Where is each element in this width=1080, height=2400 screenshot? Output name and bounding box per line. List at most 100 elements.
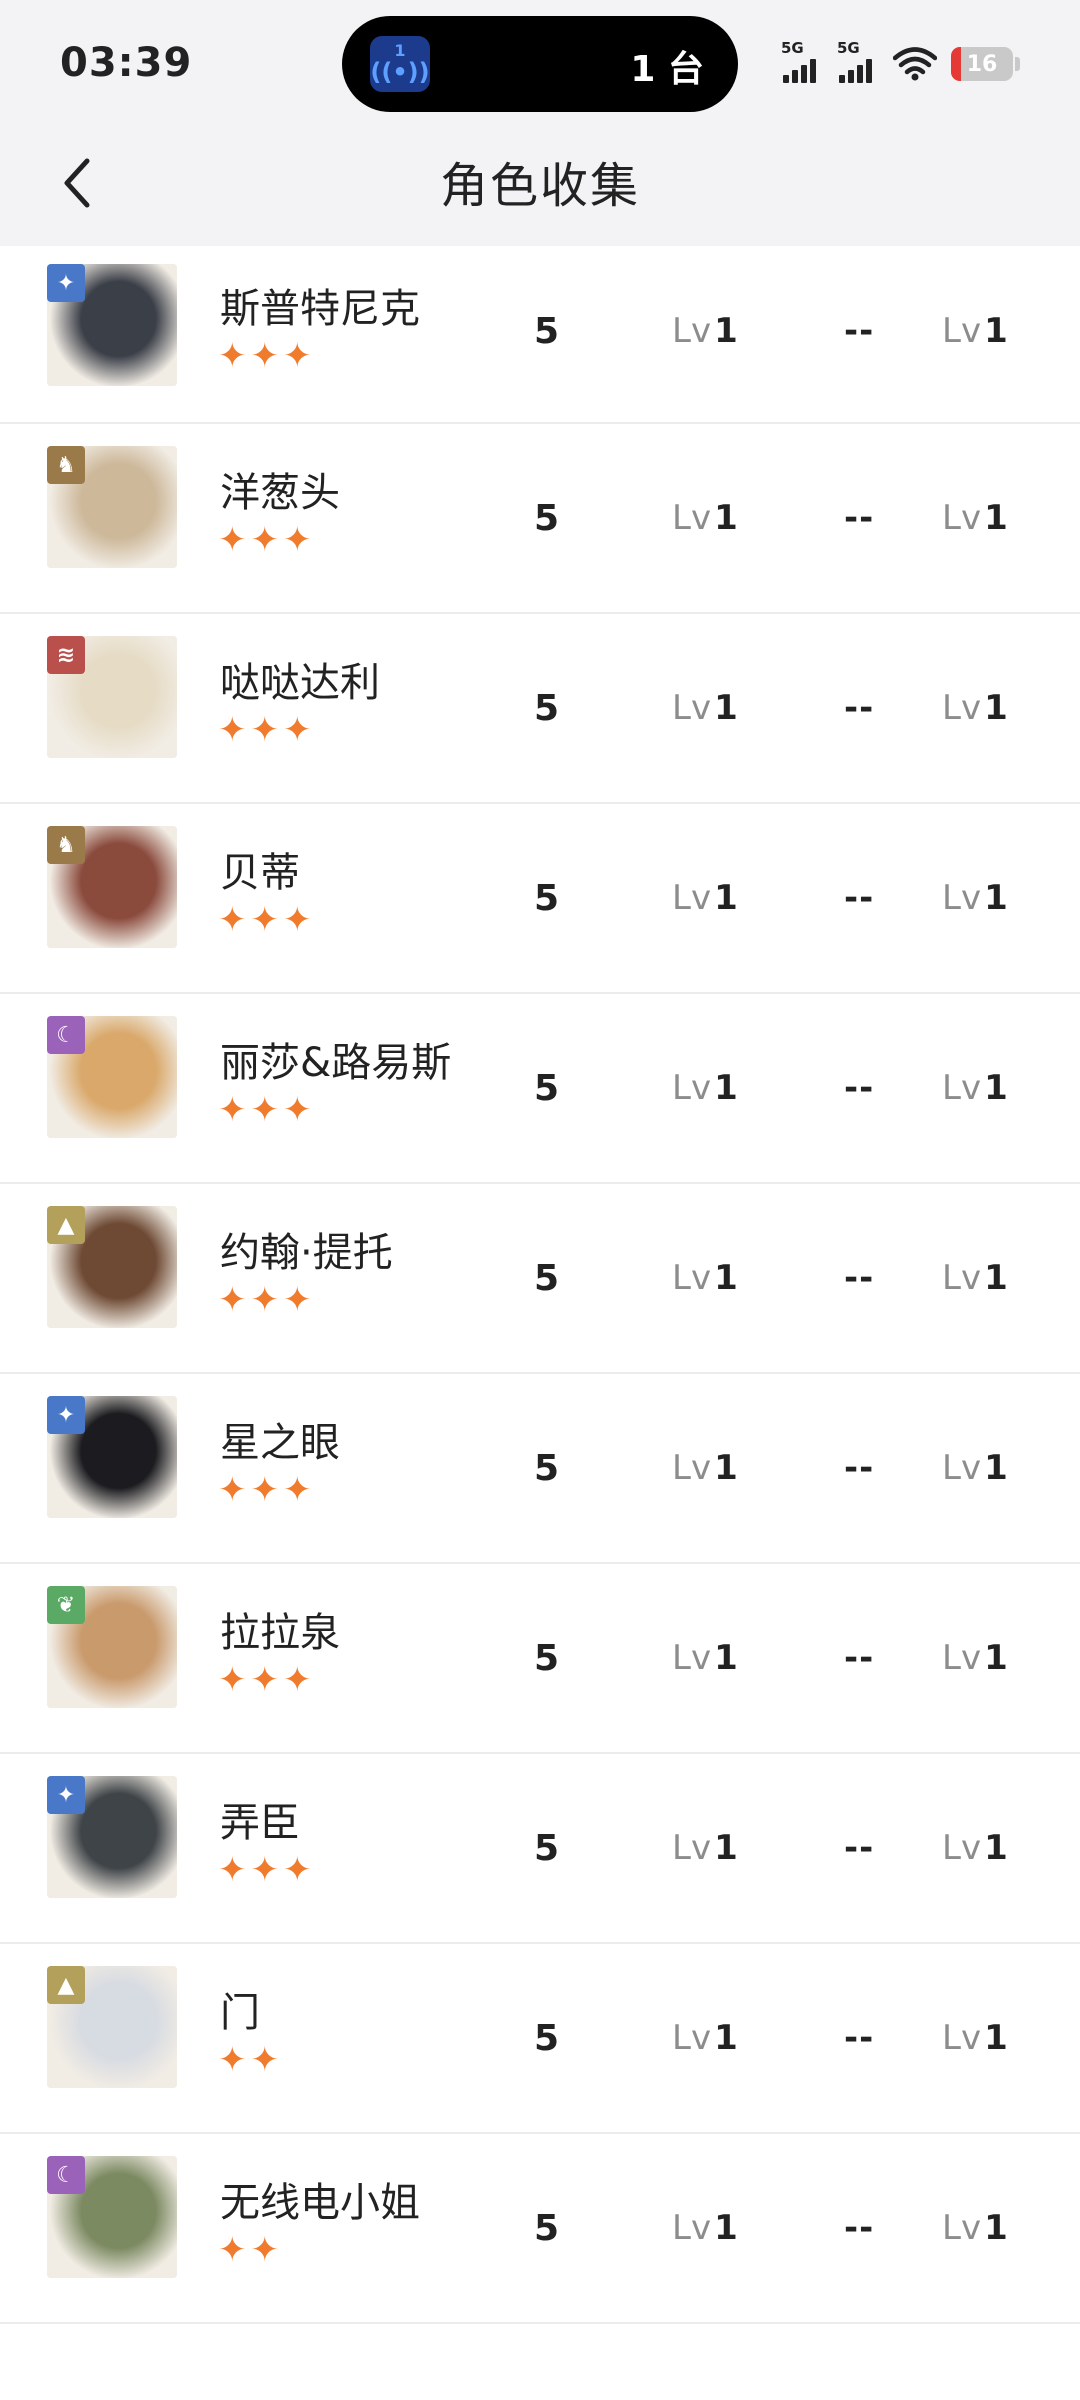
rarity-stars: ✦✦✦ <box>218 336 316 376</box>
level-value: Lv 1 <box>672 246 738 416</box>
status-bar: 03:39 1 ((•)) 1 台 5G 5G 16 <box>0 0 1080 128</box>
level-value: Lv 1 <box>672 1374 738 1562</box>
character-name: 丽莎&路易斯 <box>220 1040 452 1086</box>
skill-level-prefix: Lv <box>942 878 982 918</box>
level-prefix: Lv <box>672 1258 712 1298</box>
character-name: 斯普特尼克 <box>220 286 420 332</box>
skill-level-number: 1 <box>984 1828 1008 1868</box>
skill-level-prefix: Lv <box>942 1068 982 1108</box>
skill-level-number: 1 <box>984 2018 1008 2058</box>
clock: 03:39 <box>60 40 193 86</box>
character-name: 星之眼 <box>220 1420 340 1466</box>
character-name: 无线电小姐 <box>220 2180 420 2226</box>
level-value: Lv 1 <box>672 994 738 1182</box>
character-row[interactable]: ≋ 哒哒达利 ✦✦✦ 5 Lv 1 -- Lv 1 <box>0 614 1080 804</box>
rarity-stars: ✦✦✦ <box>218 1660 316 1700</box>
level-number: 1 <box>714 1638 738 1678</box>
character-row[interactable]: ▲ 约翰·提托 ✦✦✦ 5 Lv 1 -- Lv 1 <box>0 1184 1080 1374</box>
skill-level-number: 1 <box>984 1068 1008 1108</box>
level-prefix: Lv <box>672 878 712 918</box>
skill-level-value: Lv 1 <box>942 1374 1008 1562</box>
empty-value: -- <box>844 1258 875 1298</box>
skill-level-number: 1 <box>984 1448 1008 1488</box>
character-row[interactable]: ▲ 门 ✦✦ 5 Lv 1 -- Lv 1 <box>0 1944 1080 2134</box>
character-row[interactable]: ✦ 斯普特尼克 ✦✦✦ 5 Lv 1 -- Lv 1 <box>0 246 1080 424</box>
skill-level-value: Lv 1 <box>942 994 1008 1182</box>
rank-value: 5 <box>534 310 560 352</box>
skill-level-value: Lv 1 <box>942 614 1008 802</box>
level-value: Lv 1 <box>672 1184 738 1372</box>
rank-value: 5 <box>534 1447 560 1489</box>
skill-level-prefix: Lv <box>942 688 982 728</box>
skill-level-prefix: Lv <box>942 1638 982 1678</box>
leaf-icon: ❦ <box>47 1586 85 1624</box>
level-value: Lv 1 <box>672 1564 738 1752</box>
network-type-label-2: 5G <box>837 39 860 57</box>
level-value: Lv 1 <box>672 2134 738 2322</box>
empty-value: -- <box>844 2208 875 2248</box>
character-row[interactable]: ♞ 洋葱头 ✦✦✦ 5 Lv 1 -- Lv 1 <box>0 424 1080 614</box>
rarity-stars: ✦✦✦ <box>218 710 316 750</box>
skill-level-prefix: Lv <box>942 1258 982 1298</box>
beast-icon: ♞ <box>47 826 85 864</box>
rank-value: 5 <box>534 2017 560 2059</box>
skill-level-prefix: Lv <box>942 1448 982 1488</box>
skill-level-value: Lv 1 <box>942 246 1008 416</box>
star-icon: ✦ <box>47 1396 85 1434</box>
battery-tip <box>1015 57 1020 71</box>
battery-icon: 16 <box>951 47 1013 81</box>
level-prefix: Lv <box>672 688 712 728</box>
pyramid-icon: ▲ <box>47 1206 85 1244</box>
level-prefix: Lv <box>672 498 712 538</box>
character-row[interactable]: ☾ 丽莎&路易斯 ✦✦✦ 5 Lv 1 -- Lv 1 <box>0 994 1080 1184</box>
claw-icon: ≋ <box>47 636 85 674</box>
skill-level-prefix: Lv <box>942 498 982 538</box>
empty-value: -- <box>844 688 875 728</box>
skill-level-prefix: Lv <box>942 1828 982 1868</box>
dynamic-island[interactable]: 1 ((•)) 1 台 <box>342 16 738 112</box>
rank-value: 5 <box>534 1827 560 1869</box>
level-value: Lv 1 <box>672 614 738 802</box>
moon-icon: ☾ <box>47 2156 85 2194</box>
rank-value: 5 <box>534 2207 560 2249</box>
page-title: 角色收集 <box>439 158 640 214</box>
cellular-signal-icon-2: 5G <box>837 39 879 85</box>
skill-level-prefix: Lv <box>942 2208 982 2248</box>
broadcast-icon: 1 ((•)) <box>370 36 430 92</box>
character-row[interactable]: ✦ 星之眼 ✦✦✦ 5 Lv 1 -- Lv 1 <box>0 1374 1080 1564</box>
empty-value: -- <box>844 878 875 918</box>
rank-value: 5 <box>534 1067 560 1109</box>
level-prefix: Lv <box>672 1638 712 1678</box>
skill-level-value: Lv 1 <box>942 424 1008 612</box>
island-badge: 1 <box>394 41 406 60</box>
skill-level-prefix: Lv <box>942 2018 982 2058</box>
character-row[interactable]: ☾ 无线电小姐 ✦✦ 5 Lv 1 -- Lv 1 <box>0 2134 1080 2324</box>
level-prefix: Lv <box>672 2208 712 2248</box>
pyramid-icon: ▲ <box>47 1966 85 2004</box>
character-name: 洋葱头 <box>220 470 340 516</box>
character-name: 拉拉泉 <box>220 1610 340 1656</box>
skill-level-value: Lv 1 <box>942 1184 1008 1372</box>
level-prefix: Lv <box>672 311 712 351</box>
character-row[interactable]: ❦ 拉拉泉 ✦✦✦ 5 Lv 1 -- Lv 1 <box>0 1564 1080 1754</box>
rarity-stars: ✦✦ <box>218 2230 283 2270</box>
rarity-stars: ✦✦✦ <box>218 1280 316 1320</box>
wifi-icon <box>893 47 937 81</box>
level-number: 1 <box>714 2018 738 2058</box>
skill-level-number: 1 <box>984 688 1008 728</box>
skill-level-value: Lv 1 <box>942 2134 1008 2322</box>
character-name: 贝蒂 <box>220 850 300 896</box>
level-number: 1 <box>714 1068 738 1108</box>
skill-level-value: Lv 1 <box>942 1564 1008 1752</box>
character-list: ✦ 斯普特尼克 ✦✦✦ 5 Lv 1 -- Lv 1 ♞ 洋葱头 ✦✦✦ 5 Lv 1… <box>0 246 1080 2324</box>
level-value: Lv 1 <box>672 424 738 612</box>
level-value: Lv 1 <box>672 1754 738 1942</box>
level-number: 1 <box>714 878 738 918</box>
star-icon: ✦ <box>47 264 85 302</box>
level-number: 1 <box>714 498 738 538</box>
character-row[interactable]: ♞ 贝蒂 ✦✦✦ 5 Lv 1 -- Lv 1 <box>0 804 1080 994</box>
skill-level-number: 1 <box>984 1258 1008 1298</box>
skill-level-number: 1 <box>984 1638 1008 1678</box>
character-row[interactable]: ✦ 弄臣 ✦✦✦ 5 Lv 1 -- Lv 1 <box>0 1754 1080 1944</box>
rarity-stars: ✦✦✦ <box>218 1090 316 1130</box>
